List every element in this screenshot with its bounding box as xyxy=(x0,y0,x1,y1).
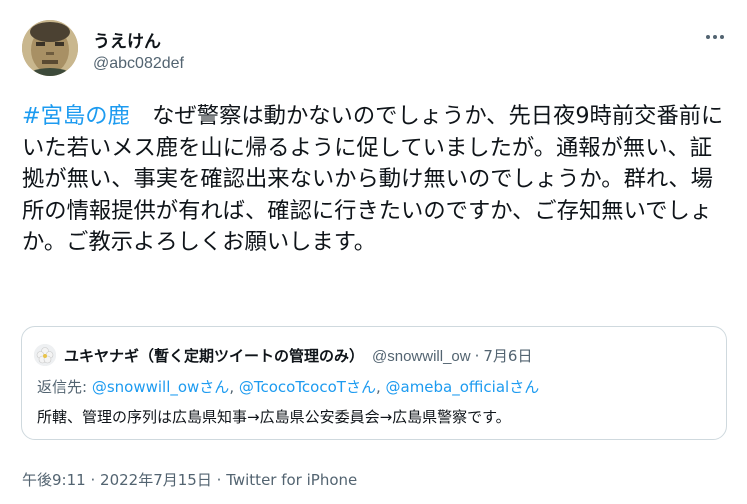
reply-mention-2[interactable]: @TcocoTcocoTさん xyxy=(239,378,376,396)
quoted-display-name: ユキヤナギ（暫く定期ツイートの管理のみ） xyxy=(64,347,365,365)
user-handle[interactable]: @abc082def xyxy=(93,55,184,73)
tweet-time[interactable]: 午後9:11 xyxy=(22,471,86,489)
tweet-date[interactable]: 2022年7月15日 xyxy=(100,471,212,489)
flower-icon xyxy=(34,344,56,366)
quoted-handle: @snowwill_ow xyxy=(372,348,471,365)
quoted-avatar xyxy=(34,344,56,366)
reply-mention-3[interactable]: @ameba_officialさん xyxy=(386,378,540,396)
avatar-image xyxy=(22,20,78,76)
reply-mention-1[interactable]: @snowwill_owさん xyxy=(92,378,229,396)
reply-context: 返信先: @snowwill_owさん, @TcocoTcocoTさん, @am… xyxy=(37,376,539,397)
reply-separator-1: , xyxy=(229,378,239,396)
tweet-meta: 午後9:11 · 2022年7月15日 · Twitter for iPhone xyxy=(22,469,357,490)
quoted-separator: · xyxy=(474,347,480,365)
more-dots-icon[interactable] xyxy=(700,22,730,52)
tweet-card: うえけん @abc082def #宮島の鹿 なぜ警察は動かないのでしょうか、先日… xyxy=(0,0,747,504)
meta-separator-1: · xyxy=(90,471,96,489)
avatar[interactable] xyxy=(22,20,78,76)
display-name[interactable]: うえけん xyxy=(93,27,161,52)
hashtag-link[interactable]: #宮島の鹿 xyxy=(22,103,130,129)
quoted-header: ユキヤナギ（暫く定期ツイートの管理のみ） @snowwill_ow · 7月6日 xyxy=(64,345,532,366)
reply-prefix: 返信先: xyxy=(37,378,92,396)
tweet-source[interactable]: Twitter for iPhone xyxy=(226,471,357,489)
meta-separator-2: · xyxy=(216,471,222,489)
quoted-tweet[interactable]: ユキヤナギ（暫く定期ツイートの管理のみ） @snowwill_ow · 7月6日 返信… xyxy=(21,326,727,440)
tweet-text: #宮島の鹿 なぜ警察は動かないのでしょうか、先日夜9時前交番前にいた若いメス鹿を… xyxy=(22,101,728,259)
quoted-text: 所轄、管理の序列は広島県知事→広島県公安委員会→広島県警察です。 xyxy=(37,408,511,426)
quoted-date: 7月6日 xyxy=(483,347,533,365)
reply-separator-2: , xyxy=(375,378,386,396)
